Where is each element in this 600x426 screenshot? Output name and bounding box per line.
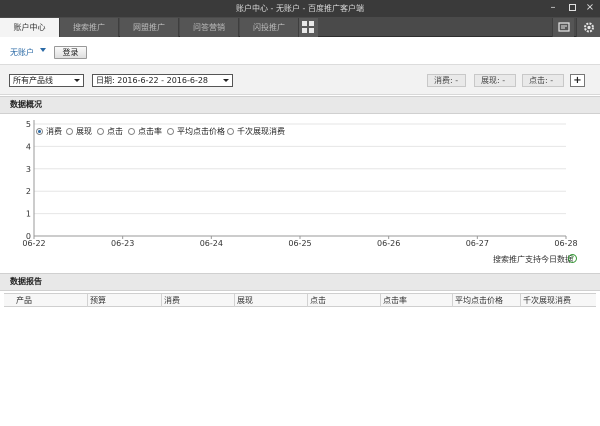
- login-button[interactable]: 登录: [54, 46, 87, 59]
- tab-network-promotion[interactable]: 网盟推广: [120, 18, 179, 37]
- tab-bar: 账户中心 搜索推广 网盟推广 问答营销 闪投推广: [0, 17, 600, 37]
- radio-icon: [66, 128, 73, 135]
- legend-item-clicks[interactable]: 点击: [97, 126, 123, 138]
- column-header-avg-cpc[interactable]: 平均点击价格: [452, 294, 520, 307]
- gear-icon[interactable]: [576, 18, 600, 37]
- report-table-body: [0, 307, 600, 426]
- title-bar: 账户中心 - 无账户 - 百度推广客户端 – ×: [0, 0, 600, 17]
- radio-icon: [97, 128, 104, 135]
- column-header-cost[interactable]: 消费: [161, 294, 234, 307]
- minimize-icon[interactable]: –: [543, 0, 563, 17]
- maximize-icon[interactable]: [562, 0, 582, 17]
- chevron-down-icon: [223, 79, 229, 82]
- column-header-ctr[interactable]: 点击率: [380, 294, 452, 307]
- x-tick-label: 06-27: [466, 239, 489, 248]
- radio-icon: [167, 128, 174, 135]
- stat-cost: 消费: -: [427, 74, 466, 87]
- y-tick-label: 1: [26, 210, 31, 219]
- column-header-budget[interactable]: 预算: [87, 294, 161, 307]
- chevron-down-icon[interactable]: [40, 48, 46, 52]
- legend-item-cost[interactable]: 消费: [36, 126, 62, 138]
- tab-flash-promotion[interactable]: 闪投推广: [240, 18, 299, 37]
- legend-item-cpm[interactable]: 千次展现消费: [227, 126, 285, 138]
- radio-icon: [227, 128, 234, 135]
- y-tick-label: 2: [26, 187, 31, 196]
- help-icon[interactable]: ?: [568, 254, 577, 263]
- legend-item-impressions[interactable]: 展现: [66, 126, 92, 138]
- product-line-value: 所有产品线: [13, 76, 53, 85]
- x-tick-label: 06-25: [288, 239, 311, 248]
- message-icon[interactable]: [552, 18, 574, 37]
- radio-icon: [36, 128, 43, 135]
- tab-qa-marketing[interactable]: 问答营销: [180, 18, 239, 37]
- account-selector[interactable]: 无账户: [10, 47, 34, 58]
- overview-header: 数据概况: [0, 96, 600, 114]
- product-line-select[interactable]: 所有产品线: [9, 74, 84, 87]
- y-tick-label: 5: [26, 120, 31, 129]
- x-tick-label: 06-26: [377, 239, 400, 248]
- tab-account-center[interactable]: 账户中心: [0, 18, 60, 37]
- y-tick-label: 4: [26, 142, 31, 151]
- x-tick-label: 06-28: [554, 239, 577, 248]
- report-table-header: 产品 预算 消费 展现 点击 点击率 平均点击价格 千次展现消费: [4, 293, 596, 307]
- stat-impressions: 展现: -: [474, 74, 516, 87]
- add-metric-button[interactable]: +: [570, 74, 585, 87]
- chart-note: 搜索推广支持今日数据: [493, 255, 573, 264]
- stat-clicks: 点击: -: [522, 74, 564, 87]
- x-tick-label: 06-24: [200, 239, 223, 248]
- column-header-impressions[interactable]: 展现: [234, 294, 307, 307]
- apps-grid-icon[interactable]: [299, 18, 318, 37]
- chevron-down-icon: [74, 79, 80, 82]
- legend-item-ctr[interactable]: 点击率: [128, 126, 162, 138]
- date-range-value: 日期: 2016-6-22 - 2016-6-28: [96, 76, 209, 85]
- close-icon[interactable]: ×: [580, 0, 600, 17]
- x-tick-label: 06-23: [111, 239, 134, 248]
- column-header-cpm[interactable]: 千次展现消费: [520, 294, 596, 307]
- filter-bar: 所有产品线 日期: 2016-6-22 - 2016-6-28 消费: - 展现…: [0, 65, 600, 95]
- radio-icon: [128, 128, 135, 135]
- account-bar: 无账户 登录: [0, 38, 600, 65]
- column-header-clicks[interactable]: 点击: [307, 294, 380, 307]
- y-tick-label: 3: [26, 165, 31, 174]
- date-range-select[interactable]: 日期: 2016-6-22 - 2016-6-28: [92, 74, 233, 87]
- legend-item-avg-cpc[interactable]: 平均点击价格: [167, 126, 225, 138]
- window-title: 账户中心 - 无账户 - 百度推广客户端: [236, 4, 364, 13]
- column-header-product[interactable]: 产品: [14, 294, 87, 307]
- x-tick-label: 06-22: [22, 239, 45, 248]
- report-header: 数据报告: [0, 273, 600, 291]
- tab-search-promotion[interactable]: 搜索推广: [60, 18, 119, 37]
